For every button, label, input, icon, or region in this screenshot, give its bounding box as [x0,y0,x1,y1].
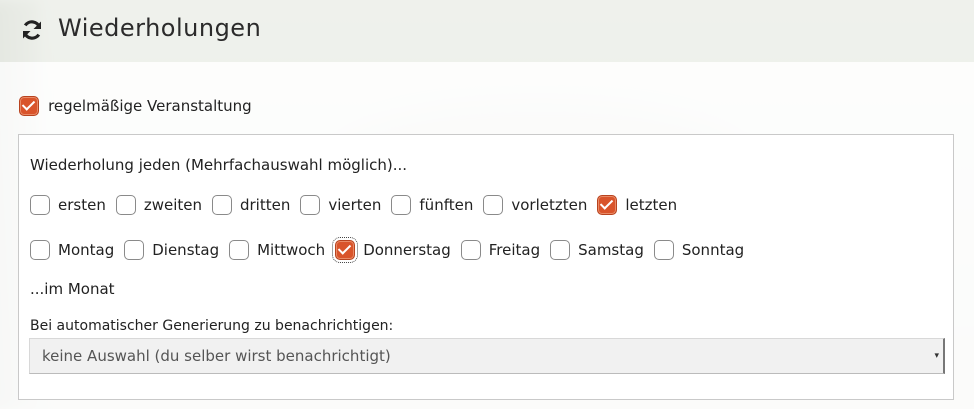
option-label: Montag [58,241,115,259]
page-title: Wiederholungen [58,14,262,42]
option-label: Donnerstag [363,241,451,259]
dropdown-arrow-icon[interactable]: ▾ [934,339,939,373]
option-label: Mittwoch [257,241,326,259]
weekday-option-freitag[interactable]: Freitag [460,240,541,260]
option-label: Dienstag [152,241,220,259]
checkbox[interactable] [483,195,504,215]
checkbox-checked[interactable] [332,237,359,263]
option-label: dritten [239,196,291,214]
recurrence-options-box: Wiederholung jeden (Mehrfachauswahl mögl… [18,134,954,400]
refresh-icon [22,20,42,40]
section-header: Wiederholungen [0,0,974,62]
option-label: vierten [328,196,382,214]
month-suffix-text: ...im Monat [30,280,115,298]
weekday-option-donnerstag[interactable]: Donnerstag [332,237,451,263]
recurrence-heading: Wiederholung jeden (Mehrfachauswahl mögl… [30,156,408,174]
option-label: ersten [58,196,106,214]
recurring-event-label: regelmäßige Veranstaltung [48,96,252,115]
option-label: fünften [419,196,474,214]
checkbox[interactable] [30,195,50,215]
option-label: zweiten [143,196,202,214]
checkbox[interactable] [300,195,321,215]
weekday-option-mittwoch[interactable]: Mittwoch [229,240,325,260]
ordinal-option-ersten[interactable]: ersten [30,195,106,215]
recurring-event-checkbox[interactable]: regelmäßige Veranstaltung [19,95,252,116]
checkbox[interactable] [550,240,571,260]
checkbox[interactable] [229,240,250,260]
weekday-option-sonntag[interactable]: Sonntag [653,240,745,260]
ordinal-option-fuenften[interactable]: fünften [391,195,473,215]
ordinal-option-vierten[interactable]: vierten [300,195,381,215]
notify-select-value: keine Auswahl (du selber wirst benachric… [42,347,391,365]
option-label: vorletzten [511,196,588,214]
checkbox[interactable] [391,195,412,215]
option-label: Sonntag [681,241,745,259]
checkbox-checked[interactable] [597,195,618,215]
ordinal-option-dritten[interactable]: dritten [211,195,291,215]
option-label: Freitag [488,241,541,259]
weekday-option-montag[interactable]: Montag [30,240,114,260]
checkbox[interactable] [30,240,50,260]
option-label: letzten [625,196,678,214]
notify-select[interactable]: keine Auswahl (du selber wirst benachric… [29,338,945,374]
notify-label: Bei automatischer Generierung zu benachr… [30,318,394,334]
ordinal-option-zweiten[interactable]: zweiten [115,195,202,215]
checkbox[interactable] [460,240,481,260]
option-label: Samstag [578,241,644,259]
ordinal-option-letzten[interactable]: letzten [597,195,677,215]
weekday-option-samstag[interactable]: Samstag [550,240,644,260]
ordinal-option-vorletzten[interactable]: vorletzten [483,195,587,215]
weekday-option-dienstag[interactable]: Dienstag [124,240,219,260]
weekday-options-row: Montag Dienstag Mittwoch Donnerstag Frei… [30,237,754,263]
checkbox[interactable] [211,195,232,215]
checkbox[interactable] [653,240,674,260]
recurring-event-check-icon[interactable] [19,95,39,116]
checkbox[interactable] [115,195,136,215]
checkbox[interactable] [124,240,145,260]
ordinal-options-row: ersten zweiten dritten vierten fünften v… [30,195,687,215]
